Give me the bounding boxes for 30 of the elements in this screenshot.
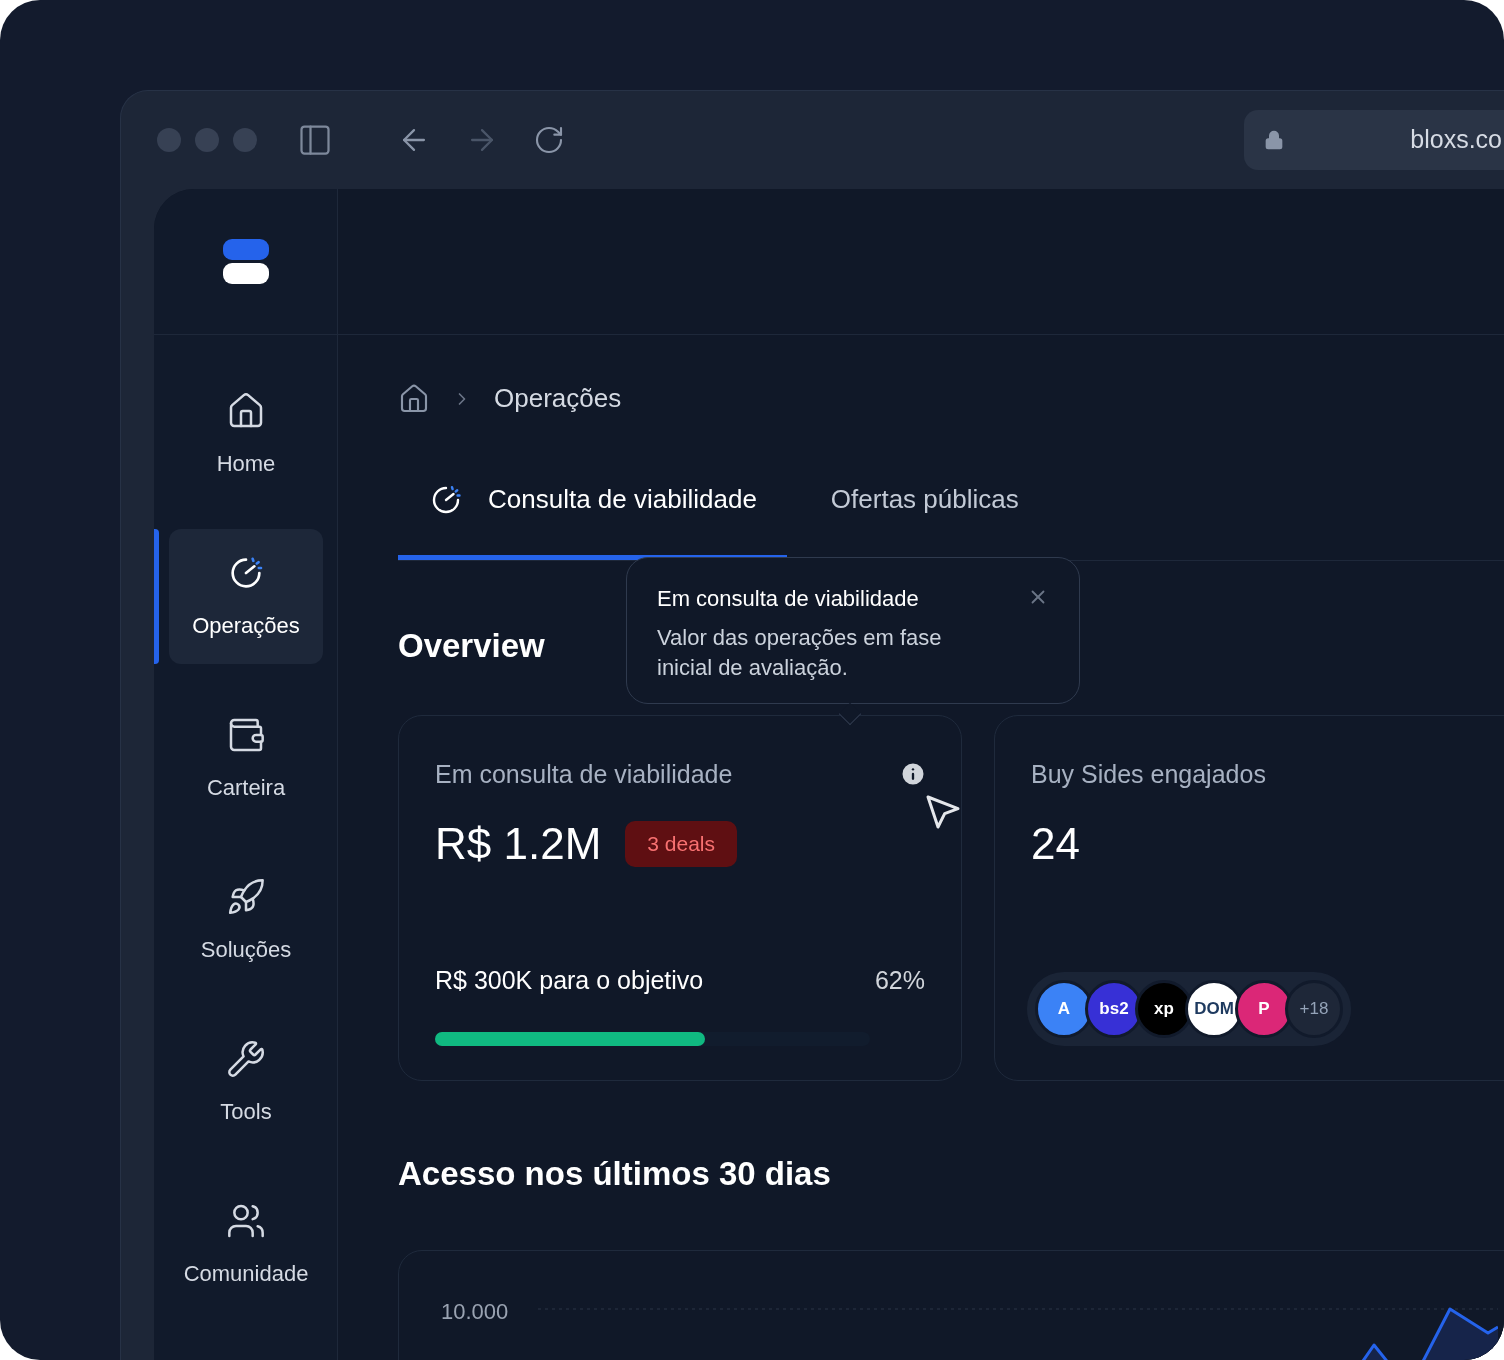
home-icon[interactable] — [398, 382, 430, 415]
nav-item[interactable]: Soluções — [169, 853, 323, 988]
nav-item[interactable]: Comunidade — [169, 1177, 323, 1312]
nav-item[interactable]: Operações — [169, 529, 323, 664]
card-value: 24 — [1031, 818, 1081, 870]
lock-icon — [1264, 130, 1284, 150]
card-title: Em consulta de viabilidade — [435, 758, 733, 790]
nav-item[interactable]: Carteira — [169, 691, 323, 826]
sidebar-toggle-icon[interactable] — [297, 122, 333, 158]
logo-icon[interactable] — [222, 239, 269, 284]
percent-text: 62% — [874, 965, 925, 996]
reload-icon[interactable] — [533, 124, 565, 156]
nav-item[interactable]: Tools — [169, 1015, 323, 1150]
avatar: +18 — [1285, 979, 1343, 1038]
url-text: bloxs.co — [1410, 124, 1503, 156]
deals-badge: 3 deals — [625, 821, 737, 867]
card-value: R$ 1.2M — [435, 818, 602, 870]
goal-text: R$ 300K para o objetivo — [435, 965, 704, 996]
tab[interactable]: Ofertas públicas — [786, 464, 1063, 560]
section-title: Acesso nos últimos 30 dias — [398, 1153, 831, 1194]
address-bar[interactable]: bloxs.co — [1244, 110, 1504, 170]
nav-item[interactable]: Home — [169, 367, 323, 502]
wrench-icon — [226, 1039, 266, 1079]
tooltip-title: Em consulta de viabilidade — [657, 585, 919, 613]
card-title: Buy Sides engajados — [1031, 758, 1267, 790]
rocket-icon — [226, 877, 266, 917]
axis-label: 10.000 — [441, 1298, 509, 1326]
tooltip-text: Valor das operações em fase inicial de avaliação. — [657, 624, 943, 682]
breadcrumb-item[interactable]: Operações — [494, 379, 622, 418]
section-title: Overview — [398, 626, 545, 666]
